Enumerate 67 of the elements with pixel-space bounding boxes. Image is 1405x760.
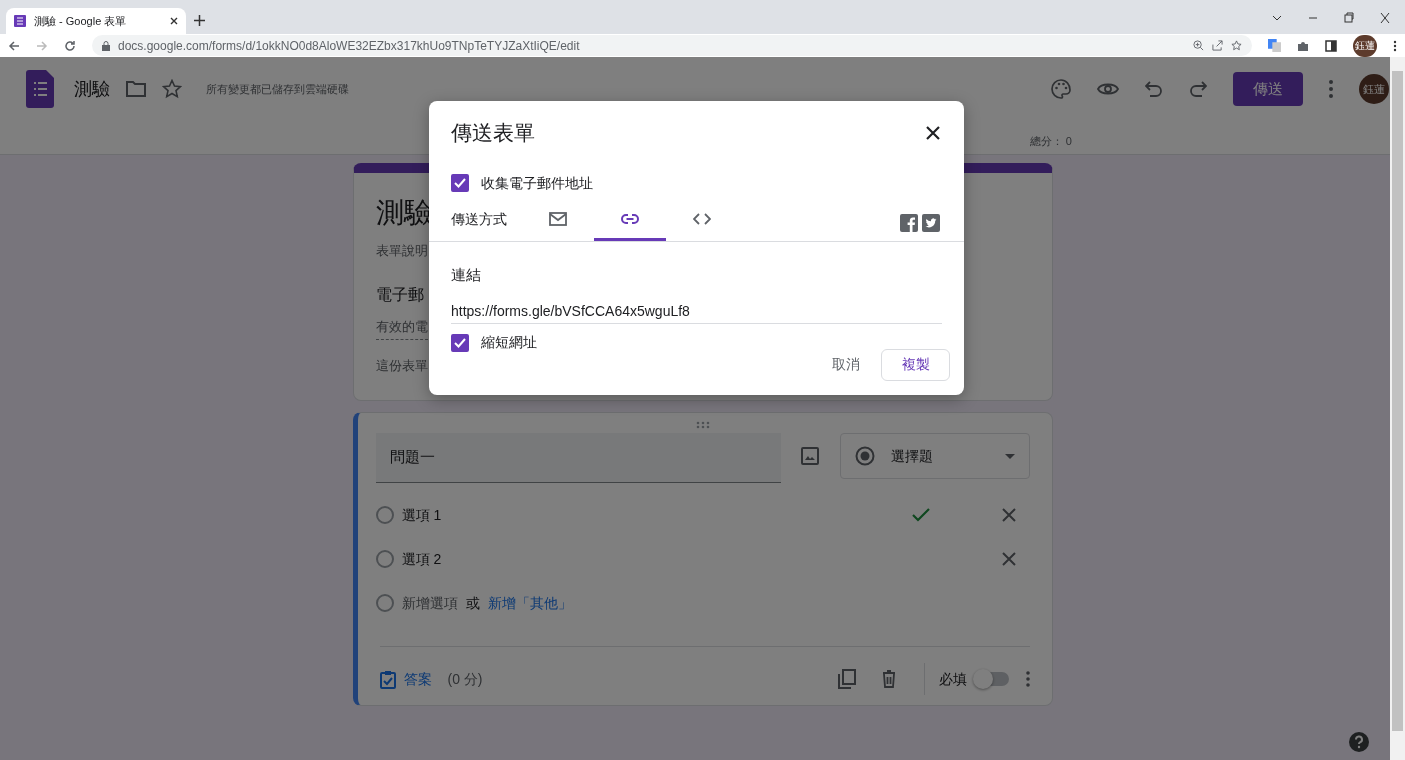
email-hint: 有效的電	[375, 316, 428, 340]
form-description[interactable]: 表單說明	[375, 241, 428, 261]
forms-icon	[14, 15, 26, 27]
question-type: 選擇題	[890, 446, 934, 466]
points-text: (0 分)	[447, 669, 483, 689]
copy-button[interactable]: 複製	[881, 348, 950, 381]
question-type-dropdown[interactable]: 選擇題	[839, 433, 1030, 479]
required-label: 必填	[938, 669, 967, 689]
required-toggle[interactable]	[974, 672, 1009, 686]
copy-icon[interactable]	[837, 669, 856, 689]
scrollbar[interactable]	[1390, 57, 1405, 760]
add-other-link[interactable]: 新增「其他」	[487, 592, 572, 614]
form-title[interactable]: 測驗	[375, 195, 432, 231]
option-label[interactable]: 選項 2	[401, 548, 994, 570]
facebook-icon[interactable]	[900, 213, 918, 232]
lock-icon	[102, 40, 110, 51]
save-status: 所有變更都已儲存到雲端硬碟	[206, 81, 349, 97]
new-tab-icon[interactable]	[194, 15, 205, 26]
remove-icon[interactable]	[1001, 508, 1016, 522]
folder-icon[interactable]	[126, 81, 146, 97]
checkbox[interactable]	[451, 333, 469, 352]
side-panel-icon[interactable]	[1325, 39, 1337, 52]
star-icon[interactable]	[162, 79, 182, 99]
more-icon[interactable]	[1393, 39, 1397, 52]
close-icon[interactable]	[170, 17, 178, 25]
checkbox-label: 縮短網址	[481, 333, 537, 352]
zoom-icon[interactable]	[1193, 40, 1204, 51]
close-icon[interactable]	[926, 125, 940, 140]
question-field[interactable]: 問題一	[375, 433, 781, 483]
dialog-title: 傳送表單	[451, 120, 535, 146]
send-button[interactable]: 傳送	[1233, 72, 1303, 106]
user-avatar[interactable]: 鈺蓮	[1359, 74, 1389, 104]
or-text: 或	[465, 593, 480, 613]
back-icon[interactable]	[8, 39, 20, 52]
mail-icon	[549, 211, 567, 228]
radio-selected-icon	[854, 446, 875, 466]
cancel-button[interactable]: 取消	[819, 347, 873, 382]
help-icon[interactable]	[1349, 732, 1369, 752]
profile-avatar[interactable]: 鈺蓮	[1353, 34, 1377, 57]
option-label[interactable]: 選項 1	[401, 504, 904, 526]
remove-icon[interactable]	[1001, 552, 1016, 566]
add-option-link[interactable]: 新增選項	[401, 592, 458, 614]
eye-icon[interactable]	[1097, 81, 1119, 97]
checkbox[interactable]	[451, 174, 469, 192]
send-via-label: 傳送方式	[451, 209, 507, 229]
trash-icon[interactable]	[881, 670, 896, 688]
form-notice: 這份表單	[375, 357, 428, 375]
clipboard-check-icon[interactable]	[379, 669, 396, 689]
drag-handle-icon[interactable]	[695, 421, 710, 429]
star-icon[interactable]	[1231, 40, 1242, 51]
checkbox-label: 收集電子郵件地址	[481, 173, 593, 193]
twitter-icon[interactable]	[922, 213, 940, 232]
undo-icon[interactable]	[1145, 81, 1163, 97]
email-label: 電子郵	[375, 284, 424, 305]
form-name[interactable]: 測驗	[74, 75, 110, 103]
answer-key-link[interactable]: 答案	[403, 668, 432, 690]
palette-icon[interactable]	[1051, 79, 1071, 99]
image-icon[interactable]	[800, 447, 819, 465]
caret-icon	[1004, 453, 1015, 459]
browser-tab[interactable]: 測驗 - Google 表單	[6, 8, 186, 34]
forms-logo-icon[interactable]	[26, 70, 54, 108]
reload-icon[interactable]	[64, 39, 76, 52]
total-score: 總分： 0	[1029, 134, 1072, 149]
link-label: 連結	[451, 264, 481, 285]
share-icon[interactable]	[1212, 40, 1223, 51]
redo-icon[interactable]	[1189, 81, 1207, 97]
tab-title: 測驗 - Google 表單	[34, 13, 128, 29]
